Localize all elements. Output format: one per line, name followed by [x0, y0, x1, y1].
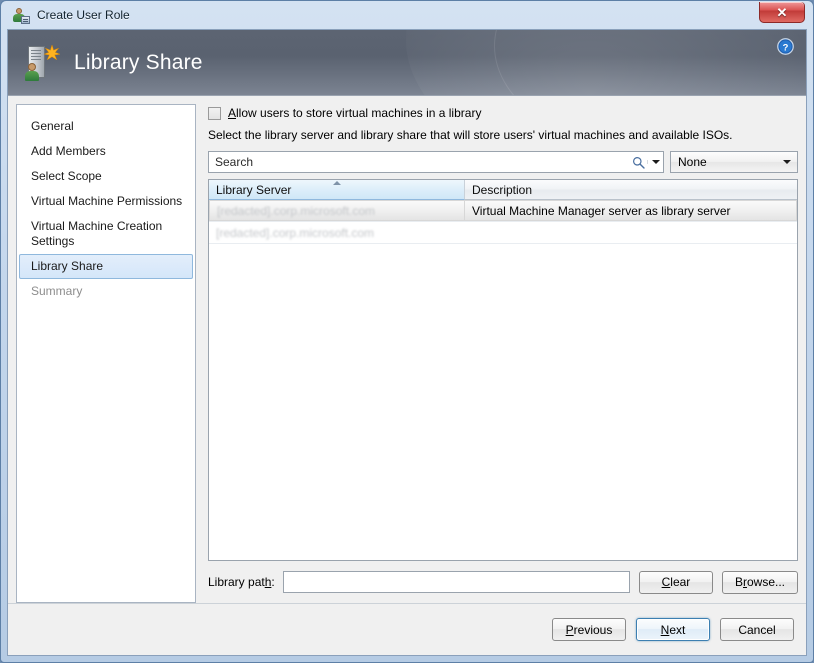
- cancel-button[interactable]: Cancel: [720, 618, 794, 641]
- library-share-pane: Allow users to store virtual machines in…: [208, 104, 798, 603]
- search-box[interactable]: Search: [208, 151, 664, 173]
- allow-store-vm-label: Allow users to store virtual machines in…: [228, 106, 481, 120]
- accel-char: C: [661, 575, 671, 589]
- next-button[interactable]: Next: [636, 618, 710, 641]
- sidebar-item-label: Virtual Machine Permissions: [31, 194, 183, 208]
- allow-store-vm-label-text: llow users to store virtual machines in …: [236, 106, 482, 120]
- sidebar-item-library-share[interactable]: Library Share: [19, 254, 193, 279]
- clear-button-label: lear: [670, 575, 691, 589]
- library-server-table: Library Server Description [redacted].co…: [208, 179, 798, 561]
- search-input[interactable]: Search: [215, 155, 629, 169]
- sidebar-item-summary: Summary: [19, 279, 193, 304]
- filter-select-value: None: [678, 155, 707, 169]
- cell-library-server: [redacted].corp.microsoft.com: [209, 200, 465, 221]
- filter-select[interactable]: None: [670, 151, 798, 173]
- user-role-icon: [13, 7, 30, 24]
- sort-ascending-icon: [332, 181, 341, 185]
- close-icon: ✕: [776, 4, 788, 20]
- magnifier-icon[interactable]: [629, 156, 647, 169]
- browse-button[interactable]: Br owse...: [721, 570, 798, 594]
- column-header-label: Description: [472, 182, 533, 197]
- search-dropdown-toggle[interactable]: [647, 160, 663, 164]
- column-header-library-server[interactable]: Library Server: [209, 180, 465, 200]
- pane-description: Select the library server and library sh…: [208, 128, 733, 142]
- library-path-label-colon: :: [271, 575, 275, 589]
- table-body: [redacted].corp.microsoft.com Virtual Ma…: [209, 200, 797, 560]
- library-path-label-text: Library pat: [208, 575, 265, 589]
- browse-button-prefix: B: [734, 575, 743, 589]
- previous-button[interactable]: Previous: [552, 618, 626, 641]
- library-server-icon: [24, 44, 60, 82]
- cell-description: Virtual Machine Manager server as librar…: [465, 200, 797, 221]
- page-title: Library Share: [74, 50, 203, 74]
- library-path-row: Library path: Clear Br owse...: [208, 570, 798, 594]
- sidebar-item-general[interactable]: General: [19, 114, 193, 139]
- allow-store-vm-checkbox[interactable]: [208, 106, 221, 120]
- sidebar-item-label: Library Share: [31, 259, 104, 273]
- title-bar: Create User Role ✕: [7, 1, 807, 29]
- library-path-label: Library path:: [208, 575, 275, 589]
- sidebar-item-label: General: [31, 119, 74, 133]
- sidebar-item-label: Select Scope: [31, 169, 102, 183]
- table-row[interactable]: [redacted].corp.microsoft.com Virtual Ma…: [209, 200, 797, 222]
- client-area: Library Share ? General Add Members Sele…: [7, 29, 807, 656]
- browse-button-label: owse...: [746, 575, 785, 589]
- page-banner: Library Share ?: [8, 30, 806, 96]
- create-user-role-window: Create User Role ✕ Library Share ? Gener…: [0, 0, 814, 663]
- sidebar-item-label: Add Members: [31, 144, 106, 158]
- library-server-name: [redacted].corp.microsoft.com: [216, 225, 375, 240]
- svg-text:?: ?: [783, 42, 789, 53]
- column-header-description[interactable]: Description: [465, 180, 797, 200]
- sidebar-item-label: Summary: [31, 284, 83, 298]
- allow-store-vm-row: Allow users to store virtual machines in…: [208, 106, 798, 120]
- library-path-input[interactable]: [282, 571, 630, 593]
- sidebar-item-virtual-machine-permissions[interactable]: Virtual Machine Permissions: [19, 189, 193, 214]
- cancel-button-label: Cancel: [738, 622, 776, 637]
- column-header-label: Library Server: [216, 182, 292, 197]
- previous-button-label: revious: [573, 622, 613, 637]
- search-row: Search None: [208, 151, 798, 173]
- cell-description: [465, 222, 797, 243]
- close-button[interactable]: ✕: [759, 2, 805, 23]
- sidebar-item-label: Virtual Machine Creation Settings: [31, 219, 163, 248]
- dialog-footer: Previous Next Cancel: [8, 603, 806, 655]
- library-server-name: [redacted].corp.microsoft.com: [217, 203, 376, 218]
- dialog-body: General Add Members Select Scope Virtual…: [8, 96, 806, 603]
- table-row[interactable]: [redacted].corp.microsoft.com: [209, 222, 797, 244]
- accel-char: A: [228, 106, 237, 120]
- star-burst-icon: [44, 44, 60, 60]
- clear-button[interactable]: Clear: [638, 570, 713, 594]
- chevron-down-icon: [783, 160, 791, 164]
- sidebar-item-virtual-machine-creation-settings[interactable]: Virtual Machine Creation Settings: [19, 214, 193, 254]
- cell-library-server: [redacted].corp.microsoft.com: [209, 222, 465, 243]
- window-title: Create User Role: [37, 8, 130, 22]
- table-header-row: Library Server Description: [209, 180, 797, 200]
- accel-char: P: [565, 622, 574, 637]
- accel-char: N: [660, 622, 670, 637]
- chevron-down-icon: [651, 160, 660, 164]
- sidebar-item-add-members[interactable]: Add Members: [19, 139, 193, 164]
- wizard-steps-sidebar: General Add Members Select Scope Virtual…: [16, 104, 196, 603]
- help-icon[interactable]: ?: [777, 38, 794, 55]
- next-button-label: ext: [669, 622, 686, 637]
- sidebar-item-select-scope[interactable]: Select Scope: [19, 164, 193, 189]
